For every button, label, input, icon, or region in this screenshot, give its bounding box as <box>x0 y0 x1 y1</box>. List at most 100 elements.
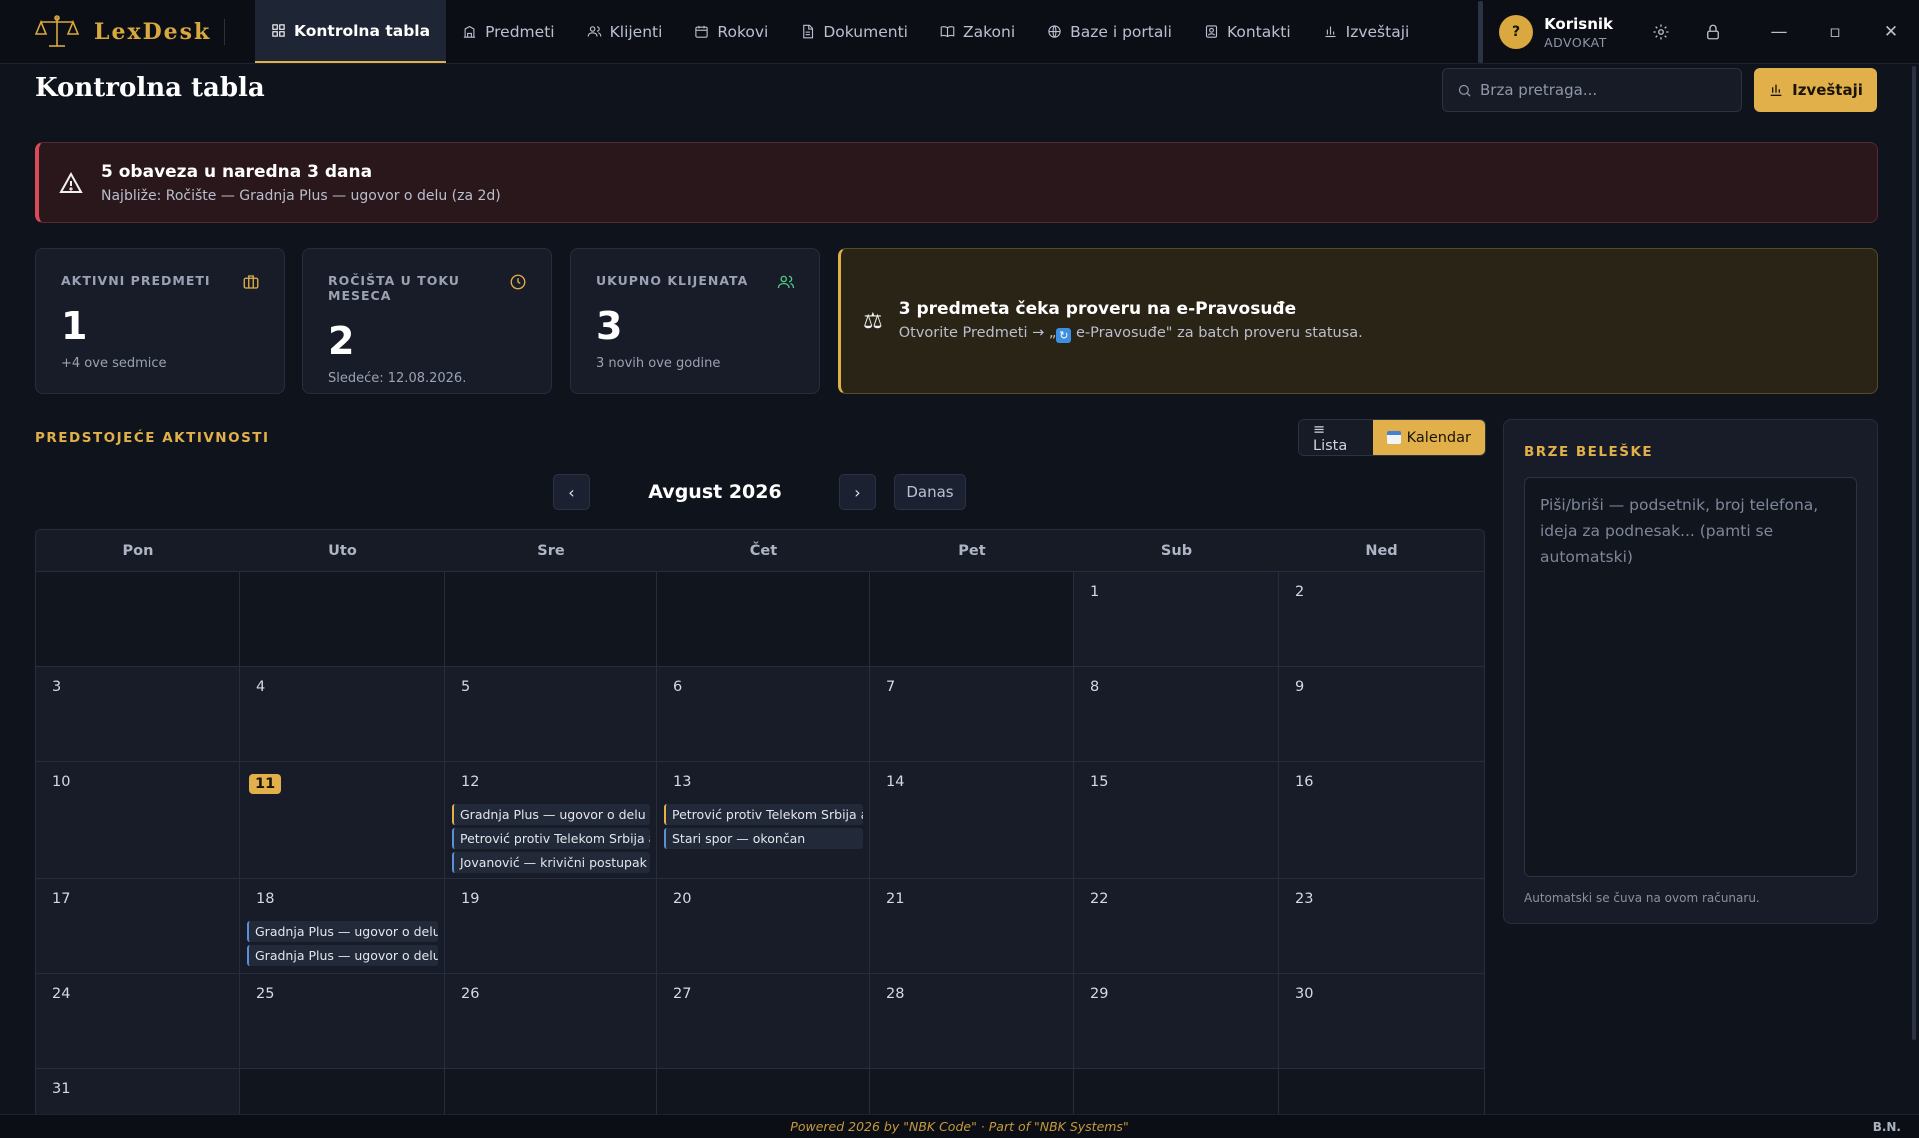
calendar-day-cell[interactable]: 22 <box>1074 879 1279 973</box>
nav-item-2[interactable]: Klijenti <box>571 0 679 63</box>
calendar-day-cell[interactable]: 26 <box>445 974 657 1068</box>
nav-item-3[interactable]: Rokovi <box>678 0 784 63</box>
day-number: 25 <box>256 986 275 1002</box>
calendar-empty-cell[interactable] <box>445 1069 657 1114</box>
book-icon <box>940 26 955 38</box>
nav-item-0[interactable]: Kontrolna tabla <box>255 0 447 63</box>
search-input[interactable]: Brza pretraga... <box>1442 68 1742 112</box>
calendar-day-cell[interactable]: 25 <box>240 974 445 1068</box>
calendar-day-cell[interactable]: 9 <box>1279 667 1484 761</box>
calendar-day-cell[interactable]: 1 <box>1074 572 1279 666</box>
calendar-empty-cell[interactable] <box>240 572 445 666</box>
day-number: 6 <box>673 679 683 695</box>
nav-item-4[interactable]: Dokumenti <box>784 0 924 63</box>
calendar-day-cell[interactable]: 27 <box>657 974 870 1068</box>
calendar-empty-cell[interactable] <box>240 1069 445 1114</box>
calendar-day-cell[interactable]: 10 <box>36 762 240 878</box>
calendar-day-cell[interactable]: 14 <box>870 762 1074 878</box>
user-name: Korisnik <box>1544 14 1613 33</box>
nav-item-1[interactable]: Predmeti <box>446 0 571 63</box>
calendar-day-cell[interactable]: 13 Petrović protiv Telekom Srbija a.d. Sta… <box>657 762 870 878</box>
calendar-day-cell[interactable]: 11 <box>240 762 445 878</box>
calendar-event[interactable]: Gradnja Plus — ugovor o delu <box>247 945 438 966</box>
calendar-event[interactable]: Petrović protiv Telekom Srbija a.d. <box>452 828 650 849</box>
divider <box>224 18 225 45</box>
scales-logo-icon <box>34 12 80 52</box>
minimize-button[interactable]: — <box>1751 0 1807 64</box>
day-number: 3 <box>52 679 62 695</box>
alert-title: 5 obaveza u naredna 3 dana <box>101 161 373 182</box>
calendar-event[interactable]: Gradnja Plus — ugovor o delu <box>247 921 438 942</box>
lock-button[interactable] <box>1687 0 1739 64</box>
calendar-day-cell[interactable]: 16 <box>1279 762 1484 878</box>
calendar-day-cell[interactable]: 18 Gradnja Plus — ugovor o delu Gradnja Pl… <box>240 879 445 973</box>
calendar-day-cell[interactable]: 21 <box>870 879 1074 973</box>
calendar-day-cell[interactable]: 30 <box>1279 974 1484 1068</box>
prev-month-button[interactable]: ‹ <box>553 474 590 510</box>
calendar-empty-cell[interactable] <box>870 1069 1074 1114</box>
calendar-day-cell[interactable]: 12 Gradnja Plus — ugovor o delu Petrović p… <box>445 762 657 878</box>
calendar-day-cell[interactable]: 31 <box>36 1069 240 1114</box>
calendar-day-cell[interactable]: 19 <box>445 879 657 973</box>
view-toggle: ≡ Lista Kalendar <box>1298 419 1486 456</box>
calendar-day-cell[interactable]: 7 <box>870 667 1074 761</box>
calendar-event[interactable]: Gradnja Plus — ugovor o delu <box>452 804 650 825</box>
calendar-view-button[interactable]: Kalendar <box>1373 420 1485 455</box>
calendar-day-cell[interactable]: 6 <box>657 667 870 761</box>
stat-icon-wrap <box>242 273 260 291</box>
day-number: 7 <box>886 679 896 695</box>
calendar-empty-cell[interactable] <box>657 1069 870 1114</box>
reports-button[interactable]: Izveštaji <box>1754 68 1877 112</box>
calendar-week-row: 10 11 12 Gradnja Plus — ugovor o delu Petrov… <box>36 762 1484 879</box>
user-info[interactable]: Korisnik ADVOKAT <box>1544 15 1613 50</box>
calendar-empty-cell[interactable] <box>1074 1069 1279 1114</box>
settings-button[interactable] <box>1635 0 1687 64</box>
calendar-empty-cell[interactable] <box>657 572 870 666</box>
calendar-day-cell[interactable]: 23 <box>1279 879 1484 973</box>
epravosudje-notice[interactable]: ⚖ 3 predmeta čeka proveru na e-Pravosuđe… <box>838 248 1878 394</box>
calendar-day-cell[interactable]: 17 <box>36 879 240 973</box>
notes-hint: Automatski se čuva na ovom računaru. <box>1524 891 1760 905</box>
close-button[interactable]: ✕ <box>1863 0 1919 64</box>
notice-title: 3 predmeta čeka proveru na e-Pravosuđe <box>898 299 1297 319</box>
calendar-day-cell[interactable]: 5 <box>445 667 657 761</box>
calendar-empty-cell[interactable] <box>870 572 1074 666</box>
today-button[interactable]: Danas <box>894 474 966 510</box>
list-view-button[interactable]: ≡ Lista <box>1299 420 1373 455</box>
calendar-day-cell[interactable]: 29 <box>1074 974 1279 1068</box>
avatar[interactable]: ? <box>1499 15 1534 49</box>
nav-item-8[interactable]: Izveštaji <box>1307 0 1426 63</box>
maximize-button[interactable]: ▫ <box>1807 0 1863 64</box>
next-month-button[interactable]: › <box>839 474 876 510</box>
calendar-empty-cell[interactable] <box>1279 1069 1484 1114</box>
calendar-event[interactable]: Jovanović — krivični postupak <box>452 852 650 873</box>
nav-item-5[interactable]: Zakoni <box>924 0 1031 63</box>
today-day-number: 11 <box>249 774 282 794</box>
calendar-day-cell[interactable]: 28 <box>870 974 1074 1068</box>
day-number: 5 <box>461 679 471 695</box>
calendar-day-cell[interactable]: 15 <box>1074 762 1279 878</box>
nav-item-7[interactable]: Kontakti <box>1188 0 1307 63</box>
stat-card[interactable]: AKTIVNI PREDMETI 1 +4 ove sedmice <box>35 248 285 394</box>
stat-card[interactable]: UKUPNO KLIJENATA 3 3 novih ove godine <box>570 248 820 394</box>
calendar-day-cell[interactable]: 20 <box>657 879 870 973</box>
calendar-empty-cell[interactable] <box>445 572 657 666</box>
calendar-day-cell[interactable]: 8 <box>1074 667 1279 761</box>
weekday-label: Pet <box>958 542 986 559</box>
scrollbar[interactable] <box>1912 66 1916 1040</box>
app-logo[interactable]: LexDesk <box>0 0 224 63</box>
calendar-day-cell[interactable]: 4 <box>240 667 445 761</box>
nav-item-6[interactable]: Baze i portali <box>1031 0 1188 63</box>
deadline-alert[interactable]: 5 obaveza u naredna 3 dana Najbliže: Roč… <box>35 142 1878 223</box>
calendar-day-cell[interactable]: 24 <box>36 974 240 1068</box>
calendar-event[interactable]: Stari spor — okončan <box>664 828 863 849</box>
footer-initials: B.N. <box>1872 1119 1901 1134</box>
calendar-empty-cell[interactable] <box>36 572 240 666</box>
alert-detail: Najbliže: Ročište — Gradnja Plus — ugovo… <box>101 187 501 204</box>
notes-textarea[interactable]: Piši/briši — podsetnik, broj telefona, i… <box>1524 477 1857 877</box>
calendar-day-cell[interactable]: 2 <box>1279 572 1484 666</box>
stat-card[interactable]: ROČIŠTA U TOKU MESECA 2 Sledeće: 12.08.202… <box>302 248 552 394</box>
nav-item-label: Klijenti <box>609 22 663 41</box>
calendar-day-cell[interactable]: 3 <box>36 667 240 761</box>
calendar-event[interactable]: Petrović protiv Telekom Srbija a.d. <box>664 804 863 825</box>
